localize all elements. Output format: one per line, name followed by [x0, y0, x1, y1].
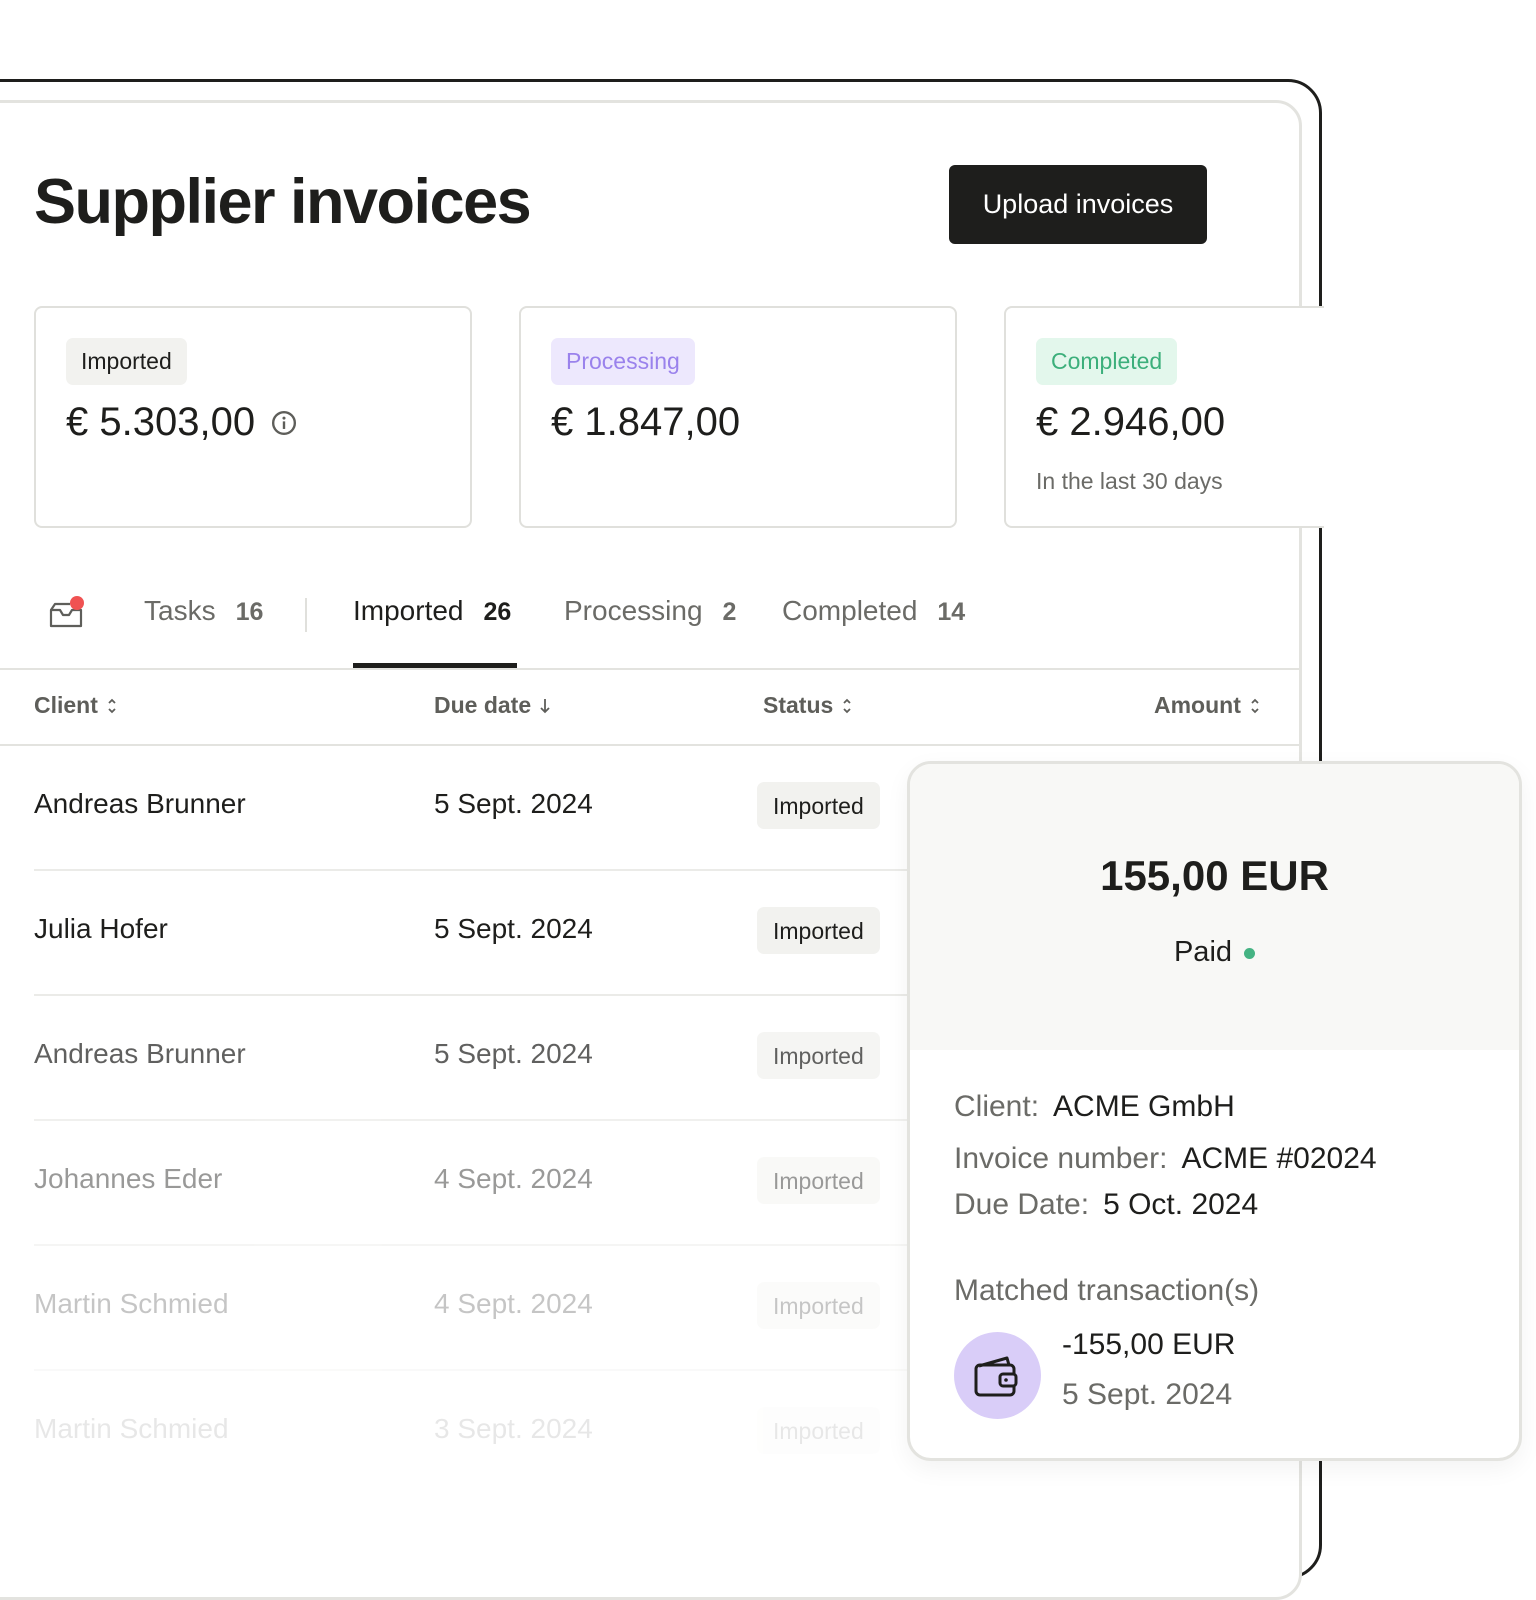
column-label: Status	[763, 692, 834, 718]
cell-due-date: 5 Sept. 2024	[434, 1038, 593, 1069]
column-label: Due date	[434, 692, 532, 718]
payment-status-label: Paid	[1173, 936, 1233, 968]
column-header-client[interactable]: Client	[34, 692, 118, 719]
tab-completed[interactable]: Completed 14	[782, 595, 965, 627]
status-dot-icon	[1244, 947, 1256, 959]
table-header: Client Due date Status Amount	[0, 670, 1302, 746]
tab-tasks[interactable]: Tasks 16	[144, 595, 263, 627]
stat-subtitle: In the last 30 days	[1036, 468, 1223, 494]
detail-invoice-number: Invoice number: ACME #02024	[954, 1142, 1377, 1176]
upload-invoices-button[interactable]: Upload invoices	[949, 165, 1207, 244]
status-badge: Processing	[551, 338, 695, 385]
cell-due-date: 5 Sept. 2024	[434, 788, 593, 819]
sort-icon	[843, 698, 851, 713]
tab-label: Completed	[782, 595, 918, 626]
cell-due-date: 5 Sept. 2024	[434, 913, 593, 944]
info-icon[interactable]	[271, 410, 297, 436]
status-badge: Imported	[757, 1407, 880, 1454]
field-label: Invoice number:	[954, 1142, 1168, 1175]
stat-amount: € 5.303,00	[66, 400, 297, 445]
tab-count: 2	[722, 598, 737, 626]
column-header-status[interactable]: Status	[763, 692, 853, 719]
stat-amount: € 2.946,00	[1036, 400, 1225, 445]
payment-status: Paid	[910, 936, 1519, 969]
invoice-detail-card: 155,00 EUR Paid Client: ACME GmbH Invoice…	[907, 761, 1522, 1461]
sort-icon	[1251, 698, 1259, 713]
cell-client: Andreas Brunner	[34, 788, 246, 819]
status-badge: Imported	[757, 1032, 880, 1079]
column-label: Amount	[1154, 692, 1241, 718]
column-header-amount[interactable]: Amount	[1154, 692, 1261, 719]
cell-client: Martin Schmied	[34, 1288, 229, 1319]
stat-card-imported: Imported € 5.303,00	[34, 306, 472, 528]
stat-card-processing: Processing € 1.847,00	[519, 306, 957, 528]
cell-due-date: 4 Sept. 2024	[434, 1163, 593, 1194]
page-title: Supplier invoices	[34, 167, 532, 237]
field-value: ACME #02024	[1181, 1142, 1377, 1175]
column-label: Client	[34, 692, 98, 718]
stat-amount-value: € 1.847,00	[551, 400, 741, 444]
column-header-due-date[interactable]: Due date	[434, 692, 551, 719]
stat-amount-value: € 5.303,00	[66, 400, 256, 444]
stat-card-completed: Completed € 2.946,00 In the last 30 days	[1004, 306, 1324, 528]
matched-transactions-label: Matched transaction(s)	[954, 1274, 1260, 1307]
wallet-icon	[974, 1356, 1017, 1396]
transaction-avatar	[954, 1332, 1041, 1419]
field-value: 5 Oct. 2024	[1103, 1188, 1259, 1221]
tab-divider	[305, 598, 307, 632]
stat-amount-value: € 2.946,00	[1036, 400, 1226, 444]
status-badge: Imported	[757, 1157, 880, 1204]
cell-client: Martin Schmied	[34, 1413, 229, 1444]
stat-amount: € 1.847,00	[551, 400, 740, 445]
cell-due-date: 4 Sept. 2024	[434, 1288, 593, 1319]
status-badge: Imported	[757, 1282, 880, 1329]
detail-amount: 155,00 EUR	[1100, 852, 1329, 899]
tab-label: Tasks	[144, 595, 216, 626]
status-badge: Completed	[1036, 338, 1178, 385]
tab-processing[interactable]: Processing 2	[564, 595, 736, 627]
cell-client: Andreas Brunner	[34, 1038, 246, 1069]
tab-label: Imported	[353, 595, 464, 626]
tab-count: 14	[937, 598, 966, 626]
detail-summary: 155,00 EUR Paid	[910, 764, 1519, 1050]
detail-client: Client: ACME GmbH	[954, 1090, 1235, 1124]
tab-label: Processing	[564, 595, 703, 626]
field-label: Due Date:	[954, 1188, 1090, 1221]
tab-bar: Tasks 16 Imported 26 Processing 2 Comple…	[0, 580, 1302, 670]
field-label: Client:	[954, 1090, 1040, 1123]
field-value: ACME GmbH	[1053, 1090, 1235, 1123]
cell-due-date: 3 Sept. 2024	[434, 1413, 593, 1444]
tab-count: 16	[235, 598, 264, 626]
tab-imported[interactable]: Imported 26	[353, 595, 511, 627]
status-badge: Imported	[757, 782, 880, 829]
cell-client: Julia Hofer	[34, 913, 168, 944]
sort-icon	[108, 698, 116, 713]
transaction-amount: -155,00 EUR	[1062, 1328, 1236, 1361]
cell-client: Johannes Eder	[34, 1163, 223, 1194]
status-badge: Imported	[757, 907, 880, 954]
transaction-date: 5 Sept. 2024	[1062, 1378, 1233, 1411]
tab-count: 26	[483, 598, 512, 626]
arrow-down-icon	[540, 698, 550, 713]
status-badge: Imported	[66, 338, 187, 385]
detail-due-date: Due Date: 5 Oct. 2024	[954, 1188, 1258, 1222]
